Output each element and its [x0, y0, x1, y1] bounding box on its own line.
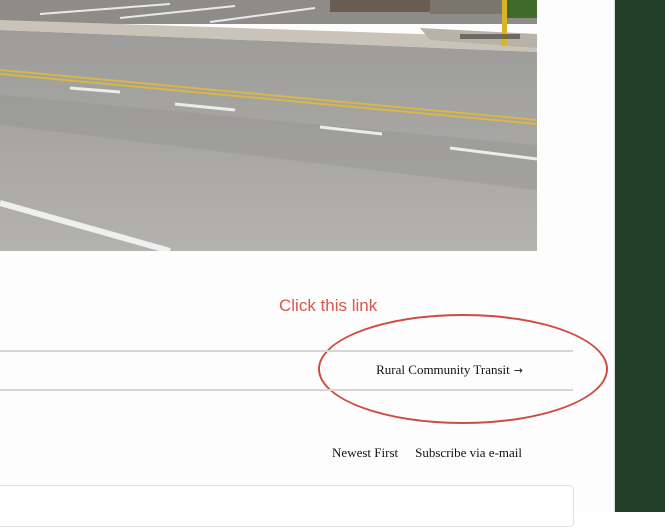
street-photo [0, 0, 537, 251]
right-arrow-icon: → [513, 364, 523, 377]
page-content: Click this link Rural Community Transit →… [0, 0, 614, 527]
next-post-label: Rural Community Transit [376, 362, 510, 377]
post-nav-top-divider [0, 350, 573, 352]
post-nav-bottom-divider [0, 389, 573, 391]
next-post-link[interactable]: Rural Community Transit → [376, 362, 523, 378]
annotation-text: Click this link [279, 296, 378, 315]
sidebar-background [614, 0, 665, 512]
subscribe-via-email-link[interactable]: Subscribe via e-mail [415, 445, 522, 460]
comment-input-box[interactable] [0, 485, 574, 527]
comment-controls: Newest First Subscribe via e-mail [332, 445, 522, 461]
sort-newest-first-link[interactable]: Newest First [332, 445, 398, 460]
